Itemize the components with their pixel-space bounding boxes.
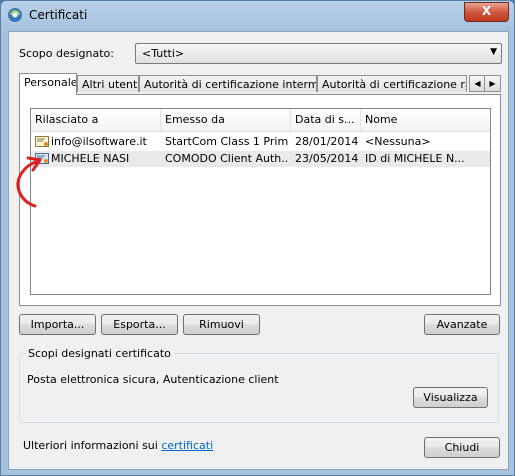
tab-scroll-right-icon[interactable]: ▶ [484, 75, 501, 92]
certificate-app-icon [8, 8, 22, 22]
cell-name: <Nessuna> [365, 135, 431, 148]
certificate-list[interactable]: Rilasciato a Emesso da Data di s... Nome… [30, 108, 491, 295]
certificate-icon [35, 153, 49, 164]
cell-issued-by: StartCom Class 1 Prim... [165, 135, 289, 148]
scope-label: Scopo designato: [19, 47, 114, 60]
export-button[interactable]: Esporta... [101, 314, 178, 335]
cell-expiry: 23/05/2014 [295, 152, 359, 165]
scope-selected-value: <Tutti> [142, 47, 185, 60]
table-row[interactable]: MICHELE NASI COMODO Client Auth... 23/05… [31, 151, 490, 167]
list-header: Rilasciato a Emesso da Data di s... Nome [31, 109, 490, 132]
tab-altri-utenti[interactable]: Altri utenti [77, 75, 139, 92]
tab-intermediate-ca[interactable]: Autorità di certificazione intermedie [139, 75, 317, 92]
view-button[interactable]: Visualizza [413, 387, 488, 408]
tab-strip: Personale Altri utenti Autorità di certi… [19, 73, 501, 95]
cell-issued-to: MICHELE NASI [51, 152, 130, 165]
tab-personale[interactable]: Personale [19, 73, 77, 95]
import-button[interactable]: Importa... [19, 314, 96, 335]
column-header-expiry[interactable]: Data di s... [291, 109, 361, 131]
certificates-dialog: Certificati X Scopo designato: <Tutti> ▼… [0, 0, 515, 476]
cell-issued-by: COMODO Client Auth... [165, 152, 289, 165]
purposes-group-title: Scopi designati certificato [25, 347, 174, 360]
column-header-name[interactable]: Nome [361, 109, 490, 131]
certificate-icon [35, 136, 49, 147]
advanced-button[interactable]: Avanzate [424, 314, 500, 335]
more-info-text: Ulteriori informazioni sui [23, 439, 162, 452]
column-header-issued-to[interactable]: Rilasciato a [31, 109, 161, 131]
window-close-button[interactable]: X [464, 2, 509, 22]
tab-panel-personale: Rilasciato a Emesso da Data di s... Nome… [19, 94, 501, 306]
scope-select[interactable]: <Tutti> ▼ [135, 43, 502, 64]
cell-name: ID di MICHELE N... [365, 152, 465, 165]
column-header-issued-by[interactable]: Emesso da [161, 109, 291, 131]
tab-root-ca[interactable]: Autorità di certificazione radice [317, 75, 467, 92]
more-info: Ulteriori informazioni sui certificati [23, 439, 213, 452]
title-bar[interactable]: Certificati X [1, 1, 514, 31]
table-row[interactable]: info@ilsoftware.it StartCom Class 1 Prim… [31, 134, 490, 150]
cell-issued-to: info@ilsoftware.it [51, 135, 147, 148]
purposes-value: Posta elettronica sicura, Autenticazione… [27, 373, 279, 386]
window-title: Certificati [29, 8, 88, 22]
dialog-body: Scopo designato: <Tutti> ▼ Personale Alt… [8, 31, 509, 470]
certificates-link[interactable]: certificati [161, 439, 213, 452]
remove-button[interactable]: Rimuovi [183, 314, 260, 335]
chevron-down-icon: ▼ [490, 47, 497, 57]
close-button[interactable]: Chiudi [424, 437, 500, 458]
cell-expiry: 28/01/2014 [295, 135, 359, 148]
